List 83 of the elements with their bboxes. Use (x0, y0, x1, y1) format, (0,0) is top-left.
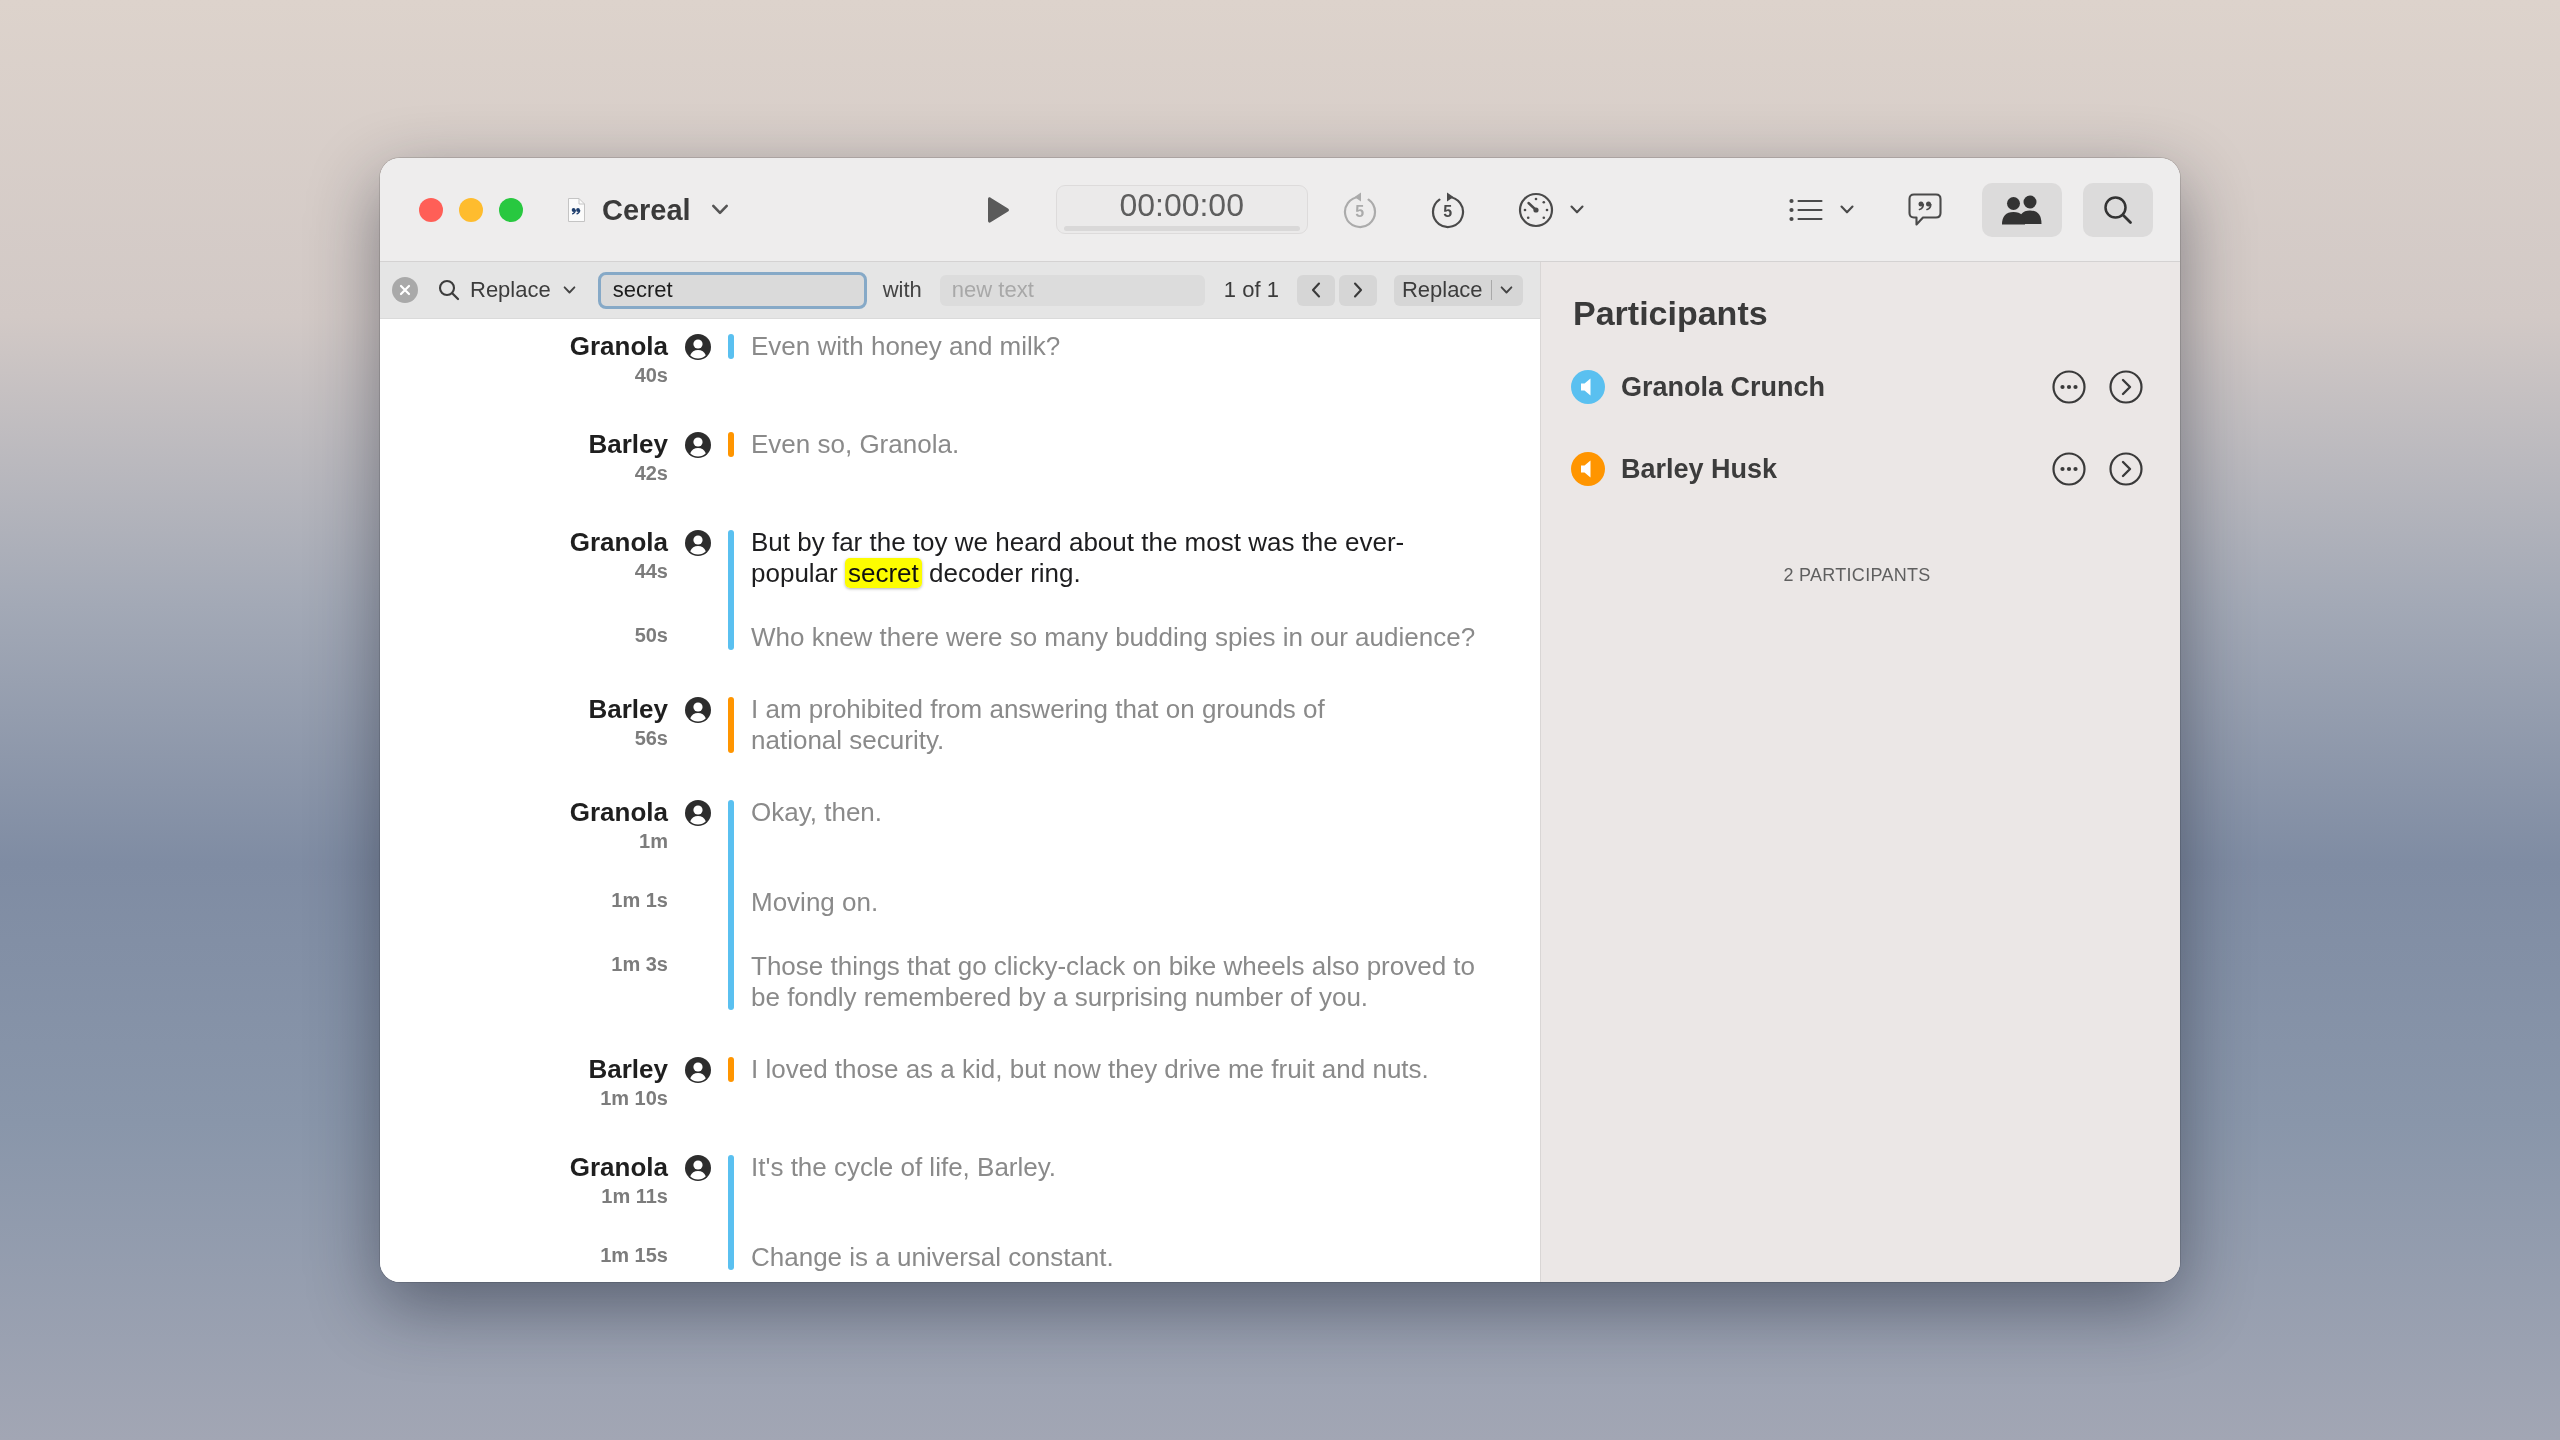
timestamp: 1m (639, 829, 668, 854)
gauge-icon (1517, 191, 1554, 228)
search-icon (2102, 194, 2133, 225)
chevron-down-icon (1499, 286, 1513, 294)
with-label: with (882, 277, 922, 303)
transcript-text: Moving on. (751, 887, 880, 918)
participant-name: Granola Crunch (1621, 371, 1826, 403)
document-icon (567, 197, 585, 222)
chevron-down-icon (1839, 205, 1854, 214)
timestamp: 42s (634, 461, 668, 486)
speaker-name: Granola (569, 331, 668, 362)
speaker-name: Granola (569, 1152, 668, 1183)
match-count: 1 of 1 (1223, 277, 1279, 303)
speaker-name: Granola (569, 527, 668, 558)
participant-count: 2 PARTICIPANTS (1783, 564, 1931, 586)
timestamp: 50s (634, 623, 668, 648)
people-icon (1999, 194, 2044, 225)
timestamp: 1m 15s (600, 1243, 668, 1268)
search-icon (438, 279, 460, 301)
clear-icon (392, 277, 418, 303)
person-icon (685, 697, 711, 723)
person-icon (685, 334, 711, 360)
person-icon (685, 530, 711, 556)
timestamp: 56s (634, 726, 668, 751)
chevron-down-icon (562, 286, 576, 294)
timestamp: 1m 11s (601, 1184, 668, 1209)
participant-options-button[interactable] (2052, 370, 2086, 404)
timestamp: 40s (634, 363, 668, 388)
search-field[interactable]: secret (597, 271, 867, 309)
participants-heading: Participants (1573, 293, 1768, 333)
ellipsis-circle-icon (2052, 452, 2086, 486)
next-match-button[interactable] (1338, 274, 1377, 306)
timestamp: 1m 1s (611, 888, 668, 913)
participant-details-button[interactable] (2109, 370, 2143, 404)
close-button[interactable] (419, 197, 443, 222)
transcript-text: But by far the toy we heard about the most was the ever-popular secret decoder ring. (751, 527, 1406, 589)
transcript-text: Okay, then. (751, 797, 884, 828)
view-options-button[interactable] (1788, 197, 1854, 222)
transcript-text: Who knew there were so many budding spies in our audience? (751, 622, 1477, 653)
person-icon (685, 1155, 711, 1181)
timestamp: 44s (634, 559, 668, 584)
transcript-text: Change is a universal constant. (751, 1242, 1115, 1273)
transcript-text: I loved those as a kid, but now they drive me fruit and nuts. (751, 1054, 1430, 1085)
playback-speed-button[interactable] (1517, 191, 1584, 228)
participant-details-button[interactable] (2109, 452, 2143, 486)
chevron-left-icon (1310, 282, 1321, 298)
speech-bubble-icon (1906, 191, 1943, 228)
person-icon (685, 1057, 711, 1083)
transcript-text: It's the cycle of life, Barley. (751, 1152, 1058, 1183)
chevron-right-circle-icon (2109, 370, 2143, 404)
search-mode-menu[interactable]: Replace (438, 277, 576, 303)
speaker-name: Granola (569, 797, 668, 828)
play-button[interactable] (985, 195, 1010, 224)
ellipsis-circle-icon (2052, 370, 2086, 404)
transcript-text: Even with honey and milk? (751, 331, 1062, 362)
transcript-text: Even so, Granola. (751, 429, 961, 460)
replace-button[interactable]: Replace (1393, 274, 1523, 306)
transcript-text: I am prohibited from answering that on grounds of national security. (751, 694, 1326, 756)
play-icon (985, 195, 1010, 224)
speaker-name: Barley (588, 429, 668, 460)
previous-match-button[interactable] (1296, 274, 1335, 306)
person-icon (685, 800, 711, 826)
circular-arrow-icon (1429, 190, 1466, 229)
time-readout: 00:00:00 (1119, 188, 1244, 222)
search-button[interactable] (2082, 182, 2153, 237)
transcript-text: Those things that go clicky-clack on bike wheels also proved to be fondly remembered by a surprising number of you. (751, 951, 1477, 1013)
speech-bubble-button[interactable] (1906, 191, 1943, 228)
skip-forward-button[interactable]: 5 (1429, 190, 1466, 229)
chevron-down-icon (710, 204, 729, 215)
title-menu-button[interactable]: Cereal (602, 191, 729, 228)
chevron-right-icon (1352, 282, 1363, 298)
participants-button[interactable] (1981, 182, 2062, 237)
speaker-name: Barley (588, 694, 668, 725)
list-icon (1788, 197, 1823, 222)
participant-name: Barley Husk (1621, 453, 1778, 485)
person-icon (685, 432, 711, 458)
timestamp: 1m 3s (611, 952, 668, 977)
circular-arrow-icon (1341, 190, 1378, 229)
chevron-right-circle-icon (2109, 452, 2143, 486)
participant-options-button[interactable] (2052, 452, 2086, 486)
chevron-down-icon (1569, 205, 1584, 214)
speaker-name: Barley (588, 1054, 668, 1085)
timestamp: 1m 10s (600, 1086, 668, 1111)
